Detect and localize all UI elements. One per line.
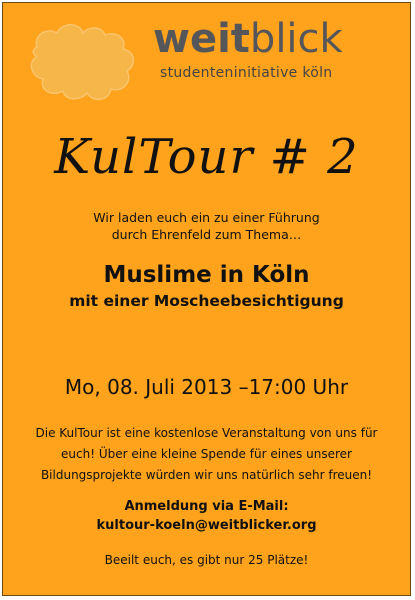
brand-tagline: studenteninitiative köln — [160, 65, 333, 81]
brand-logotype: weitblick — [153, 19, 343, 59]
registration-email: kultour-koeln@weitblicker.org — [96, 518, 317, 533]
intro-text: Wir laden euch ein zu einer Führung durc… — [3, 209, 410, 243]
brand-name-rest: blick — [249, 16, 343, 62]
event-subtopic: mit einer Moscheebesichtigung — [69, 292, 344, 310]
event-title: KulTour # 2 — [54, 129, 359, 185]
event-description: Die KulTour ist eine kostenlose Veransta… — [35, 426, 378, 482]
registration-label: Anmeldung via E-Mail: — [124, 499, 289, 514]
event-topic: Muslime in Köln — [103, 262, 310, 288]
intro-line-1: Wir laden euch ein zu einer Führung — [93, 210, 320, 225]
event-datetime: Mo, 08. Juli 2013 –17:00 Uhr — [64, 375, 349, 399]
brand-name-bold: weit — [153, 16, 250, 62]
event-flyer: weitblick studenteninitiative köln KulTo… — [2, 2, 411, 596]
puzzle-piece-icon — [30, 24, 135, 101]
intro-line-2: durch Ehrenfeld zum Thema… — [111, 227, 302, 242]
closing-note: Beeilt euch, es gibt nur 25 Plätze! — [104, 553, 309, 567]
